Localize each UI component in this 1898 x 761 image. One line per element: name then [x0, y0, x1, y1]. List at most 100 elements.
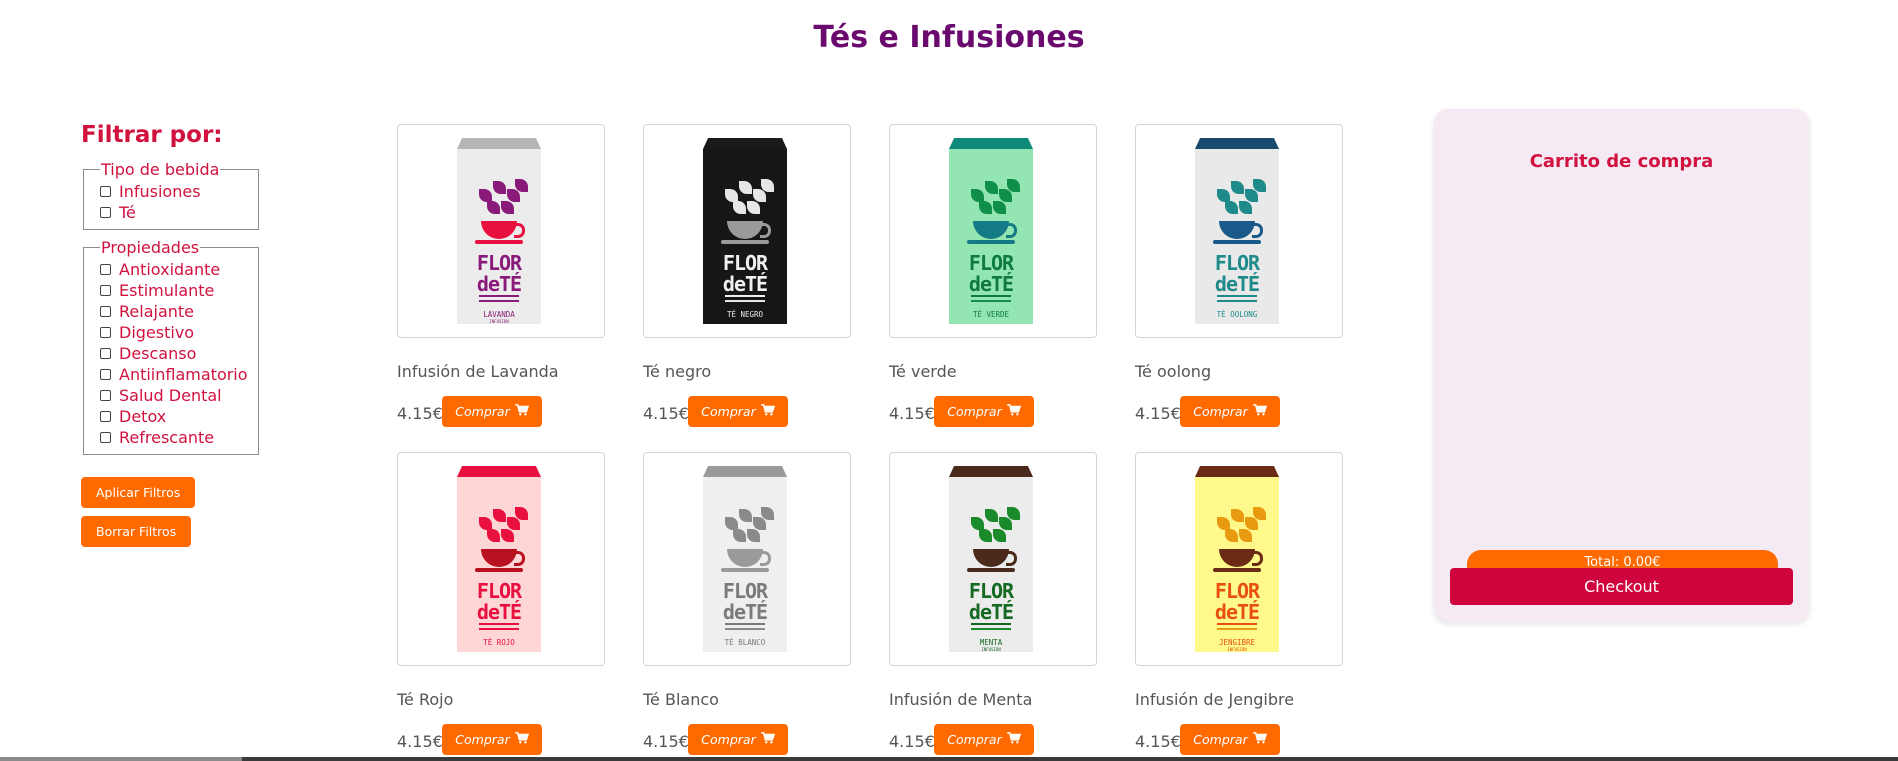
product-card: FLOR deTÉ MENTA INFUSIÓN Infusión de Ment…: [889, 452, 1097, 755]
package-body: FLOR deTÉ TÉ BLANCO: [703, 477, 787, 652]
filter-option[interactable]: Detox: [100, 406, 250, 427]
product-name[interactable]: Infusión de Jengibre: [1135, 690, 1294, 709]
product-name[interactable]: Té negro: [643, 362, 711, 381]
divider: [479, 623, 519, 625]
filter-option-label: Antioxidante: [119, 260, 221, 279]
checkbox[interactable]: [100, 390, 111, 401]
buy-button[interactable]: Comprar: [934, 396, 1034, 427]
filters-panel: Filtrar por: Tipo de bebida Infusiones Té…: [81, 122, 281, 547]
tea-package-image: FLOR deTÉ TÉ VERDE: [949, 138, 1033, 324]
filter-option[interactable]: Estimulante: [100, 280, 250, 301]
product-name[interactable]: Té Rojo: [397, 690, 453, 709]
cup-icon: [481, 221, 517, 239]
checkbox[interactable]: [100, 432, 111, 443]
filter-option[interactable]: Infusiones: [100, 181, 250, 202]
checkbox[interactable]: [100, 207, 111, 218]
leaf-icon: [985, 181, 998, 194]
buy-button[interactable]: Comprar: [688, 724, 788, 755]
product-card: FLOR deTÉ TÉ OOLONG Té oolong 4.15€ Compr…: [1135, 124, 1343, 427]
filter-option[interactable]: Refrescante: [100, 427, 250, 448]
clear-filters-button[interactable]: Borrar Filtros: [81, 516, 192, 547]
leaf-icon: [1231, 509, 1244, 522]
checkbox[interactable]: [100, 285, 111, 296]
cup-icon: [1219, 221, 1255, 239]
product-image[interactable]: FLOR deTÉ MENTA INFUSIÓN: [889, 452, 1097, 666]
checkbox[interactable]: [100, 327, 111, 338]
product-image[interactable]: FLOR deTÉ TÉ VERDE: [889, 124, 1097, 338]
buy-button[interactable]: Comprar: [1180, 724, 1280, 755]
package-label: TÉ BLANCO: [724, 638, 766, 647]
buy-button[interactable]: Comprar: [442, 396, 542, 427]
saucer: [721, 568, 769, 572]
divider: [725, 295, 765, 297]
buy-button[interactable]: Comprar: [688, 396, 788, 427]
brand-logo-text: FLOR deTÉ: [722, 579, 768, 624]
checkout-button[interactable]: Checkout: [1450, 568, 1793, 605]
scrollbar-thumb[interactable]: [0, 757, 242, 761]
divider: [1217, 628, 1257, 630]
leaf-icon: [979, 201, 992, 214]
filter-option[interactable]: Salud Dental: [100, 385, 250, 406]
package-body: FLOR deTÉ TÉ OOLONG: [1195, 149, 1279, 324]
leaf-icon: [733, 529, 746, 542]
package-body: FLOR deTÉ MENTA INFUSIÓN: [949, 477, 1033, 652]
product-name[interactable]: Infusión de Lavanda: [397, 362, 559, 381]
cup-handle: [760, 551, 771, 566]
checkbox[interactable]: [100, 264, 111, 275]
cup-handle: [514, 223, 525, 238]
product-name[interactable]: Té Blanco: [643, 690, 719, 709]
checkbox[interactable]: [100, 306, 111, 317]
buy-button[interactable]: Comprar: [934, 724, 1034, 755]
checkbox[interactable]: [100, 369, 111, 380]
filter-option[interactable]: Antioxidante: [100, 259, 250, 280]
shopping-cart-icon: [760, 404, 775, 419]
buy-button-label: Comprar: [455, 404, 510, 419]
divider: [479, 300, 519, 302]
cup-handle: [1252, 551, 1263, 566]
product-image[interactable]: FLOR deTÉ TÉ OOLONG: [1135, 124, 1343, 338]
divider: [971, 628, 1011, 630]
checkbox[interactable]: [100, 348, 111, 359]
tea-package-image: FLOR deTÉ TÉ BLANCO: [703, 466, 787, 652]
product-image[interactable]: FLOR deTÉ TÉ NEGRO: [643, 124, 851, 338]
package-cap: [949, 138, 1033, 149]
filter-option[interactable]: Antiinflamatorio: [100, 364, 250, 385]
product-name[interactable]: Infusión de Menta: [889, 690, 1032, 709]
buy-button[interactable]: Comprar: [1180, 396, 1280, 427]
brand-logo-text: FLOR deTÉ: [968, 579, 1014, 624]
divider: [1217, 300, 1257, 302]
checkbox[interactable]: [100, 186, 111, 197]
cart-title: Carrito de compra: [1529, 151, 1714, 172]
product-price: 4.15€: [643, 732, 689, 751]
filter-option[interactable]: Relajante: [100, 301, 250, 322]
leaf-icon: [515, 179, 528, 192]
package-label: TÉ VERDE: [972, 310, 1010, 319]
package-body: FLOR deTÉ JENGIBRE INFUSIÓN: [1195, 477, 1279, 652]
divider: [1217, 623, 1257, 625]
product-name[interactable]: Té verde: [889, 362, 957, 381]
apply-filters-button[interactable]: Aplicar Filtros: [81, 477, 196, 508]
filter-option[interactable]: Digestivo: [100, 322, 250, 343]
shopping-cart-icon: [1006, 404, 1021, 419]
divider: [971, 623, 1011, 625]
filter-option[interactable]: Descanso: [100, 343, 250, 364]
product-image[interactable]: FLOR deTÉ LAVANDA INFUSIÓN: [397, 124, 605, 338]
product-image[interactable]: FLOR deTÉ TÉ ROJO: [397, 452, 605, 666]
filter-option[interactable]: Té: [100, 202, 250, 223]
filter-option-label: Digestivo: [119, 323, 195, 342]
checkbox[interactable]: [100, 411, 111, 422]
brand-logo-text: FLOR deTÉ: [1214, 579, 1260, 624]
product-name[interactable]: Té oolong: [1135, 362, 1211, 381]
buy-button[interactable]: Comprar: [442, 724, 542, 755]
product-image[interactable]: FLOR deTÉ TÉ BLANCO: [643, 452, 851, 666]
leaf-icon: [1225, 201, 1238, 214]
leaf-icon: [1239, 529, 1252, 542]
tea-package-image: FLOR deTÉ TÉ ROJO: [457, 466, 541, 652]
divider: [479, 295, 519, 297]
horizontal-scrollbar[interactable]: [0, 757, 1898, 761]
filter-group-legend: Propiedades: [101, 238, 200, 257]
product-image[interactable]: FLOR deTÉ JENGIBRE INFUSIÓN: [1135, 452, 1343, 666]
leaf-icon: [1231, 181, 1244, 194]
buy-button-label: Comprar: [455, 732, 510, 747]
package-body: FLOR deTÉ TÉ NEGRO: [703, 149, 787, 324]
